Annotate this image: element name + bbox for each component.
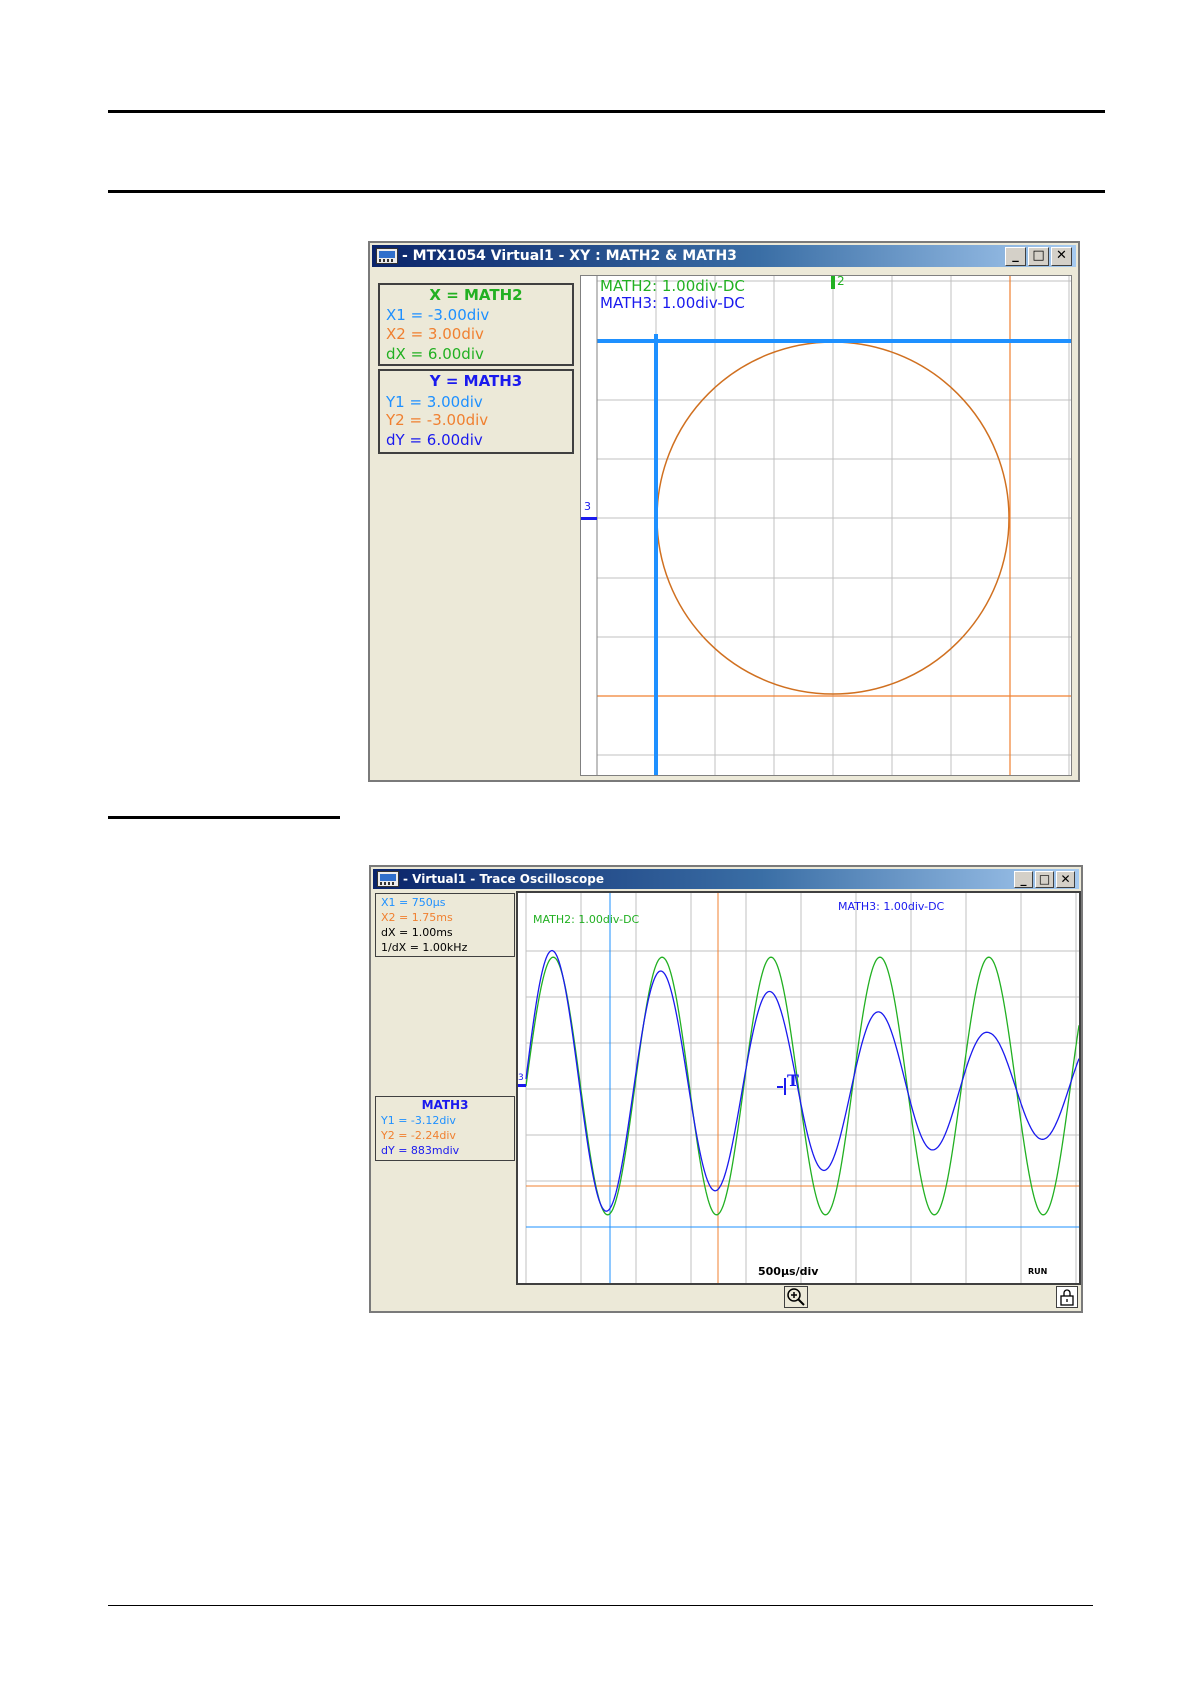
header-rule-top	[108, 110, 1105, 113]
ground-marker[interactable]	[518, 1084, 526, 1087]
math2-legend: MATH2: 1.00div-DC	[533, 913, 640, 926]
math3-legend: MATH3: 1.00div-DC	[838, 900, 945, 913]
math3-marker-label: 3	[584, 500, 591, 513]
math2-legend: MATH2: 1.00div-DC	[600, 277, 745, 295]
x-cursor-panel[interactable]: X = MATH2 X1 = -3.00div X2 = 3.00div dX …	[378, 283, 574, 366]
lock-icon	[1060, 1289, 1074, 1306]
lock-button[interactable]	[1056, 1286, 1078, 1308]
dy-readout: dY = 883mdiv	[381, 1144, 460, 1157]
math3-position-marker[interactable]	[581, 517, 597, 520]
ground-marker-label: 3	[518, 1073, 524, 1083]
y-panel-heading: Y = MATH3	[429, 372, 523, 390]
close-button[interactable]: ✕	[1051, 247, 1072, 266]
y2-readout: Y2 = -2.24div	[381, 1129, 456, 1142]
app-icon[interactable]	[377, 871, 399, 887]
xy-window-title: - MTX1054 Virtual1 - XY : MATH2 & MATH3	[402, 248, 737, 264]
trace-window-title: - Virtual1 - Trace Oscilloscope	[403, 872, 605, 886]
zoom-button[interactable]	[784, 1286, 808, 1308]
header-rule-bottom	[108, 190, 1105, 193]
inv-dx-readout: 1/dX = 1.00kHz	[381, 941, 468, 954]
x1-readout: X1 = -3.00div	[386, 306, 490, 324]
math2-trace	[525, 956, 1079, 1216]
math3-trace	[525, 949, 1079, 1212]
dx-readout: dX = 1.00ms	[381, 926, 453, 939]
time-cursor-panel[interactable]: X1 = 750µs X2 = 1.75ms dX = 1.00ms 1/dX …	[375, 893, 515, 957]
footer-rule	[108, 1605, 1093, 1606]
xy-window-titlebar[interactable]: - MTX1054 Virtual1 - XY : MATH2 & MATH3 …	[372, 245, 1076, 267]
y1-readout: Y1 = -3.12div	[381, 1114, 456, 1127]
xy-grid	[596, 276, 1071, 775]
trigger-marker-label: T	[787, 1071, 799, 1090]
math2-marker-label: 2	[837, 275, 845, 288]
dx-readout: dX = 6.00div	[386, 345, 484, 363]
run-status: RUN	[1028, 1267, 1048, 1276]
y1-readout: Y1 = 3.00div	[386, 393, 483, 411]
x-panel-heading: X = MATH2	[429, 286, 523, 304]
voltage-cursor-panel[interactable]: MATH3 Y1 = -3.12div Y2 = -2.24div dY = 8…	[375, 1096, 515, 1161]
trace-window: - Virtual1 - Trace Oscilloscope _ □ ✕ X1…	[369, 865, 1083, 1313]
x1-readout: X1 = 750µs	[381, 896, 446, 909]
xy-window: - MTX1054 Virtual1 - XY : MATH2 & MATH3 …	[368, 241, 1080, 782]
dy-readout: dY = 6.00div	[386, 431, 483, 449]
minimize-button[interactable]: _	[1014, 871, 1033, 888]
y-panel-heading: MATH3	[421, 1098, 469, 1112]
xy-plot-area[interactable]: 2 3 MATH2: 1.00div-DC MATH3: 1.00div-DC	[580, 275, 1072, 776]
timebase-label: 500µs/div	[758, 1265, 819, 1278]
section-rule	[108, 816, 340, 819]
trace-grid	[525, 893, 1079, 1283]
math3-legend: MATH3: 1.00div-DC	[600, 294, 745, 312]
maximize-button[interactable]: □	[1028, 247, 1049, 266]
xy-plot-svg	[581, 276, 1071, 775]
y-cursor-panel[interactable]: Y = MATH3 Y1 = 3.00div Y2 = -3.00div dY …	[378, 369, 574, 454]
trace-window-titlebar[interactable]: - Virtual1 - Trace Oscilloscope _ □ ✕	[373, 869, 1079, 889]
x2-readout: X2 = 1.75ms	[381, 911, 453, 924]
zoom-icon	[787, 1288, 805, 1306]
trace-plot-area[interactable]: 3 T MATH2: 1.00div-DC MATH3: 1.00div-DC …	[516, 891, 1081, 1285]
maximize-button[interactable]: □	[1035, 871, 1054, 888]
app-icon[interactable]	[376, 248, 398, 264]
math2-position-marker[interactable]	[831, 276, 835, 289]
minimize-button[interactable]: _	[1005, 247, 1026, 266]
x2-readout: X2 = 3.00div	[386, 325, 484, 343]
y2-readout: Y2 = -3.00div	[386, 411, 489, 429]
close-button[interactable]: ✕	[1056, 871, 1075, 888]
